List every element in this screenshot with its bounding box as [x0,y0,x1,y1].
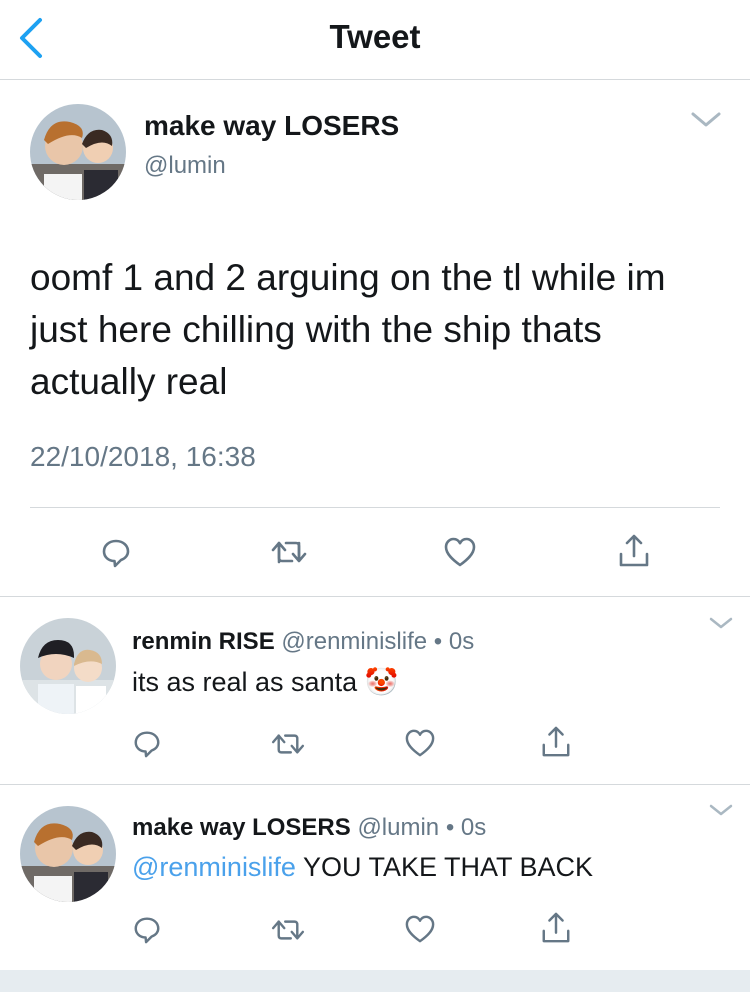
reply-text: its as real as santa 🤡 [132,666,398,698]
reply-icon [102,539,130,568]
divider [0,596,750,597]
like-button[interactable] [404,914,436,944]
tweet-timestamp[interactable]: 22/10/2018, 16:38 [30,441,256,473]
reply-options-button[interactable] [708,615,734,631]
reply-button[interactable] [132,914,162,944]
author-name[interactable]: make way LOSERS [144,110,399,142]
retweet-button[interactable] [270,917,306,943]
share-icon [542,912,570,943]
clown-emoji: 🤡 [364,667,399,697]
retweet-button[interactable] [270,731,306,757]
reply-text: @renminislife YOU TAKE THAT BACK [132,852,593,883]
page-title: Tweet [329,18,421,55]
reply-header: make way LOSERS @lumin • 0s [132,814,486,842]
author-handle[interactable]: @lumin [144,152,226,180]
reply-button[interactable] [132,728,162,758]
chevron-down-icon [709,804,733,816]
chevron-down-icon [709,617,733,629]
share-icon [542,726,570,757]
tweet-options-button[interactable] [690,110,722,130]
like-icon [405,915,435,943]
share-button[interactable] [540,911,572,945]
divider [30,507,720,508]
bottom-bar [0,970,750,992]
reply-author-handle[interactable]: @renminislife [281,628,427,655]
like-icon [444,537,476,567]
reply-author-handle[interactable]: @lumin [357,814,439,841]
reply-time: 0s [460,814,487,841]
reply-text-body: YOU TAKE THAT BACK [302,852,594,882]
avatar[interactable] [20,806,116,902]
dot-separator: • [433,628,443,655]
share-button[interactable] [540,725,572,759]
reply-button[interactable] [100,536,132,568]
reply-options-button[interactable] [708,802,734,818]
like-button[interactable] [404,728,436,758]
mention-link[interactable]: @renminislife [132,852,296,882]
retweet-icon [271,541,307,564]
like-button[interactable] [443,536,477,568]
like-icon [405,729,435,757]
reply-time: 0s [448,628,475,655]
retweet-icon [271,734,305,754]
avatar[interactable] [20,618,116,714]
share-icon [619,534,649,567]
nav-bar: Tweet [0,0,750,80]
reply-author-name[interactable]: renmin RISE [132,628,275,655]
reply-header: renmin RISE @renminislife • 0s [132,628,474,656]
avatar[interactable] [30,104,126,200]
reply-author-name[interactable]: make way LOSERS [132,814,351,841]
reply-text-body: its as real as santa [132,667,358,697]
retweet-button[interactable] [270,538,308,566]
share-button[interactable] [617,533,651,569]
tweet-text: oomf 1 and 2 arguing on the tl while im … [30,257,666,402]
divider [0,784,750,785]
reply-icon [134,731,160,758]
chevron-down-icon [691,112,721,127]
reply-icon [134,917,160,944]
dot-separator: • [445,814,455,841]
retweet-icon [271,920,305,940]
